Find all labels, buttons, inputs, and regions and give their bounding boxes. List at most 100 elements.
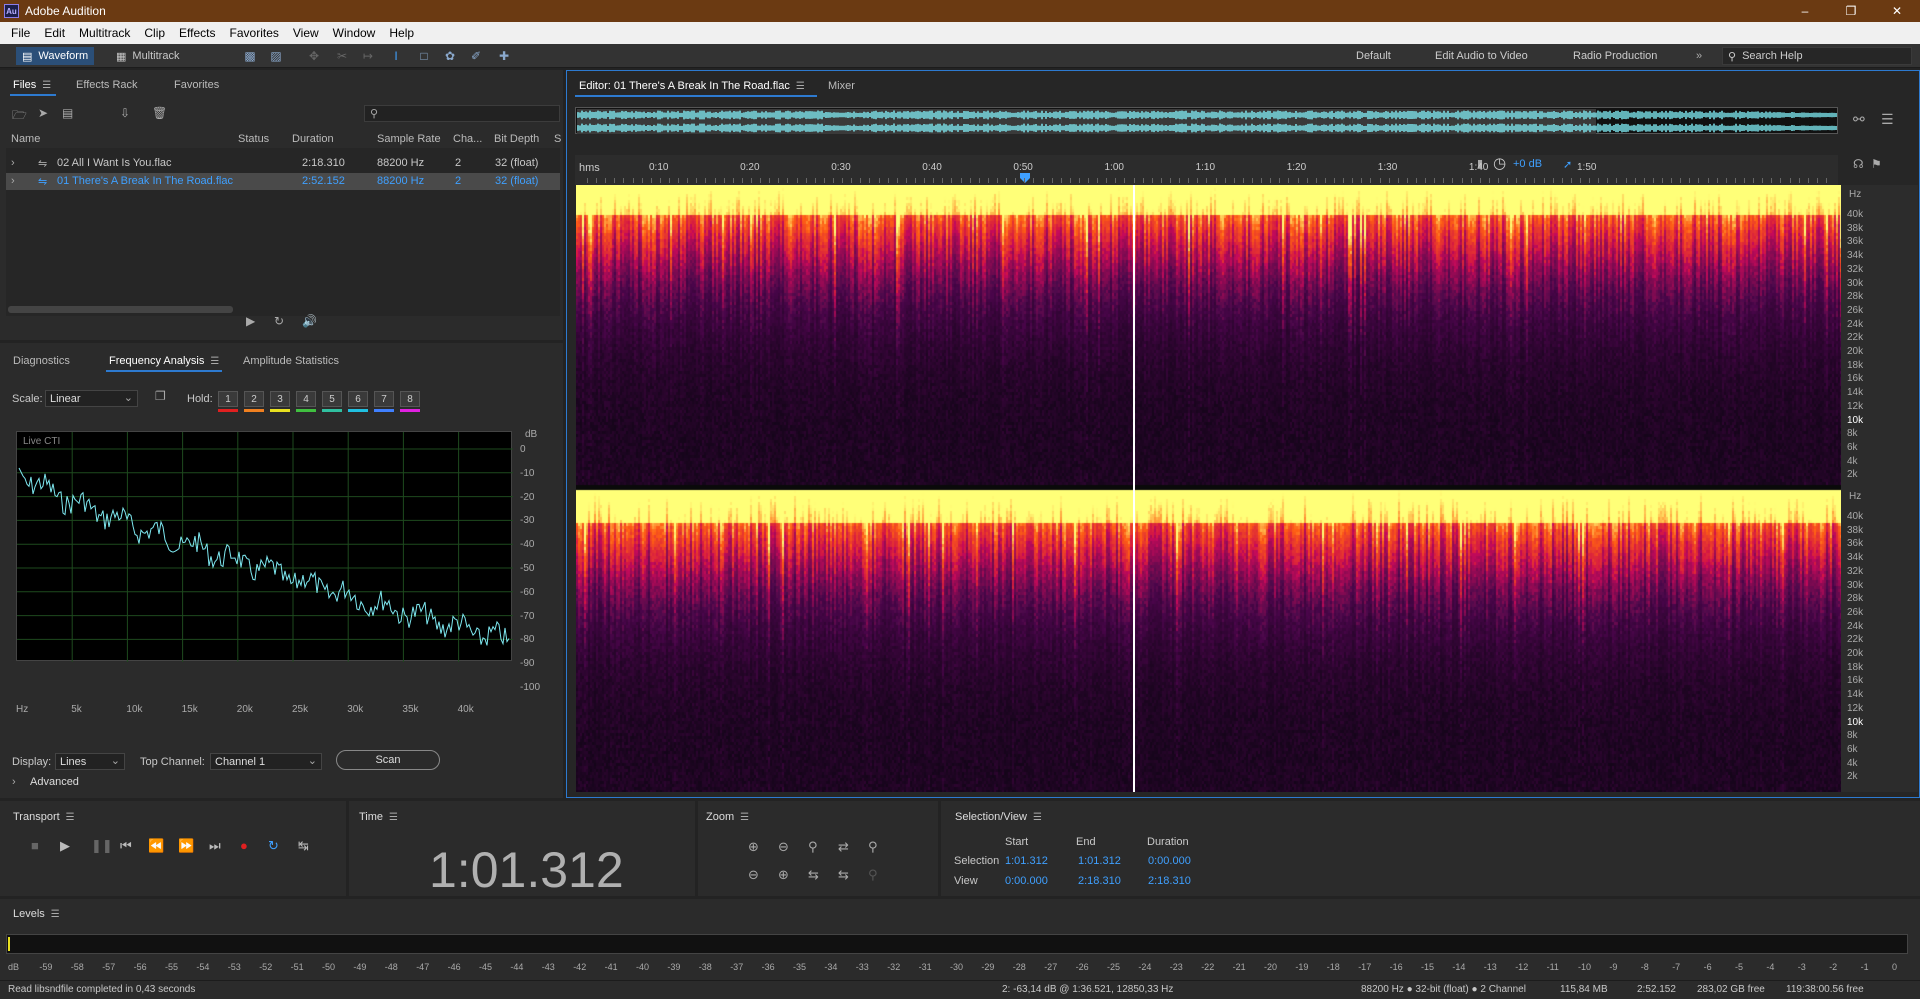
menu-favorites[interactable]: Favorites <box>223 26 286 40</box>
zoom-navigator-icon[interactable]: ⚯ <box>1853 111 1865 128</box>
pin-hud-icon[interactable]: ➚ <box>1563 158 1572 171</box>
zoom-out-full-icon[interactable]: ⇄ <box>838 839 849 855</box>
menu-view[interactable]: View <box>286 26 326 40</box>
move-tool-icon[interactable]: ✥ <box>306 48 322 64</box>
col-sample-rate[interactable]: Sample Rate <box>377 133 441 145</box>
loop-preview-icon[interactable]: ↻ <box>274 314 284 328</box>
workspace-radio-production[interactable]: Radio Production <box>1573 50 1657 62</box>
zoom-in-amplitude-icon[interactable]: ⊕ <box>748 839 759 855</box>
razor-tool-icon[interactable]: ✂ <box>334 48 350 64</box>
zoom-out-amplitude-icon[interactable]: ⊖ <box>778 839 789 855</box>
spectral-frequency-icon[interactable]: ▨ <box>268 48 284 64</box>
loop-playback-icon[interactable]: ↻ <box>268 838 279 854</box>
stop-icon[interactable]: ■ <box>31 838 39 853</box>
slip-tool-icon[interactable]: ↦ <box>360 48 376 64</box>
spot-healing-tool-icon[interactable]: ✚ <box>496 48 512 64</box>
tab-amplitude-statistics[interactable]: Amplitude Statistics <box>243 355 339 367</box>
zoom-out-point-icon[interactable]: ⇆ <box>838 867 849 883</box>
more-workspaces-icon[interactable]: » <box>1696 50 1702 62</box>
panel-menu-icon[interactable]: ☰ <box>1881 111 1894 128</box>
close-button[interactable]: ✕ <box>1874 0 1920 22</box>
play-icon[interactable]: ▶ <box>60 838 70 854</box>
menu-edit[interactable]: Edit <box>37 26 72 40</box>
hold-button-1[interactable]: 1 <box>218 391 238 407</box>
overview-navigator[interactable] <box>575 107 1838 134</box>
spectral-waveform-icon[interactable]: ▩ <box>242 48 258 64</box>
tab-files[interactable]: Files ☰ <box>13 79 51 91</box>
view-duration[interactable]: 2:18.310 <box>1148 875 1191 887</box>
tab-frequency-analysis[interactable]: Frequency Analysis ☰ <box>109 355 219 367</box>
zoom-in-point-icon[interactable]: ⇆ <box>808 867 819 883</box>
menu-file[interactable]: File <box>4 26 37 40</box>
selection-end[interactable]: 1:01.312 <box>1078 855 1121 867</box>
time-ruler[interactable]: hms ▮ ◷ +0 dB ➚ 1:50 0:10 0:20 0:30 0:40 0:5… <box>575 155 1838 185</box>
headphone-icon[interactable]: ☊ <box>1853 157 1864 171</box>
tab-mixer[interactable]: Mixer <box>828 80 855 92</box>
gain-hud[interactable]: ▮ ◷ +0 dB ➚ 1:50 <box>1475 155 1715 173</box>
files-search-input[interactable]: ⚲ <box>364 105 560 122</box>
rewind-icon[interactable]: ⏪ <box>148 838 164 854</box>
horizontal-scrollbar[interactable] <box>8 306 233 313</box>
workspace-default[interactable]: Default <box>1356 50 1391 62</box>
time-selection-tool-icon[interactable]: I <box>388 48 404 64</box>
brush-tool-icon[interactable]: ✐ <box>468 48 484 64</box>
file-row[interactable]: › ⇋ 02 All I Want Is You.flac 2:18.310 8… <box>6 155 560 172</box>
hold-button-5[interactable]: 5 <box>322 391 342 407</box>
menu-help[interactable]: Help <box>382 26 421 40</box>
time-display[interactable]: 1:01.312 <box>429 841 624 899</box>
expand-icon[interactable]: › <box>11 175 15 187</box>
hold-button-6[interactable]: 6 <box>348 391 368 407</box>
view-end[interactable]: 2:18.310 <box>1078 875 1121 887</box>
marquee-tool-icon[interactable]: □ <box>416 48 432 64</box>
menu-multitrack[interactable]: Multitrack <box>72 26 137 40</box>
marker-icon[interactable]: ⚑ <box>1871 157 1882 171</box>
scale-select[interactable]: Linear <box>45 390 138 407</box>
col-s[interactable]: S <box>554 133 561 145</box>
hold-button-7[interactable]: 7 <box>374 391 394 407</box>
menu-clip[interactable]: Clip <box>137 26 172 40</box>
open-file-icon[interactable]: 🗁 <box>12 106 27 127</box>
gain-knob-icon[interactable]: ◷ <box>1493 154 1506 172</box>
col-channels[interactable]: Cha... <box>453 133 482 145</box>
hold-button-2[interactable]: 2 <box>244 391 264 407</box>
move-to-previous-icon[interactable]: ⏮ <box>120 838 132 854</box>
auto-play-icon[interactable]: 🔊 <box>302 314 317 328</box>
col-name[interactable]: Name <box>11 133 40 145</box>
gain-value[interactable]: +0 dB <box>1513 158 1542 170</box>
col-status[interactable]: Status <box>238 133 269 145</box>
new-file-icon[interactable]: ▤ <box>62 106 73 120</box>
tab-diagnostics[interactable]: Diagnostics <box>13 355 70 367</box>
zoom-in-time-icon[interactable]: ⚲ <box>808 839 818 855</box>
col-bit-depth[interactable]: Bit Depth <box>494 133 539 145</box>
delete-file-icon[interactable]: 🗑 <box>152 106 167 120</box>
play-preview-icon[interactable]: ▶ <box>246 314 255 328</box>
move-to-next-icon[interactable]: ⏭ <box>209 838 221 854</box>
advanced-label[interactable]: Advanced <box>30 776 79 788</box>
skip-selection-icon[interactable]: ↹ <box>298 838 309 854</box>
top-channel-select[interactable]: Channel 1 <box>210 753 322 770</box>
insert-into-multitrack-icon[interactable]: ⇩ <box>120 106 130 120</box>
spectral-frequency-display[interactable] <box>576 185 1841 792</box>
copy-graph-icon[interactable]: ❐ <box>155 389 166 403</box>
tab-favorites[interactable]: Favorites <box>174 79 219 91</box>
hold-button-3[interactable]: 3 <box>270 391 290 407</box>
multitrack-mode-button[interactable]: ▦ Multitrack <box>110 47 185 65</box>
lasso-tool-icon[interactable]: ✿ <box>442 48 458 64</box>
search-help-input[interactable]: ⚲ Search Help <box>1722 47 1912 65</box>
menu-window[interactable]: Window <box>326 26 383 40</box>
zoom-in-icon[interactable]: ⊕ <box>778 867 789 883</box>
maximize-button[interactable]: ❐ <box>1828 0 1874 22</box>
minimize-button[interactable]: – <box>1782 0 1828 22</box>
file-row-selected[interactable]: › ⇋ 01 There's A Break In The Road.flac … <box>6 173 560 190</box>
scan-button[interactable]: Scan <box>336 750 440 770</box>
spectrogram-canvas[interactable] <box>576 185 1841 792</box>
menu-effects[interactable]: Effects <box>172 26 222 40</box>
selection-start[interactable]: 1:01.312 <box>1005 855 1048 867</box>
waveform-mode-button[interactable]: ▤ Waveform <box>16 47 95 65</box>
pause-icon[interactable]: ❚❚ <box>91 838 113 854</box>
hold-button-8[interactable]: 8 <box>400 391 420 407</box>
view-start[interactable]: 0:00.000 <box>1005 875 1048 887</box>
hold-button-4[interactable]: 4 <box>296 391 316 407</box>
zoom-selection-icon[interactable]: ⚲ <box>868 839 878 855</box>
col-duration[interactable]: Duration <box>292 133 334 145</box>
